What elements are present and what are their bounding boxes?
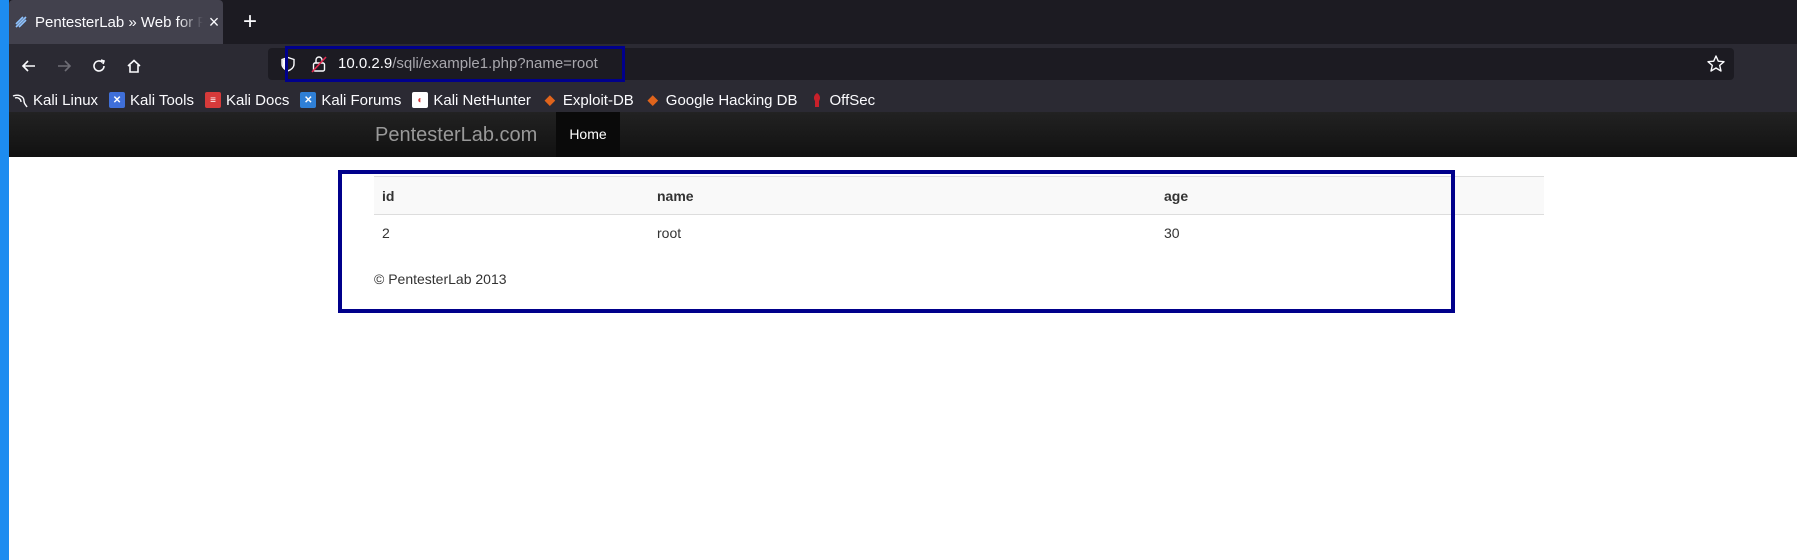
kali-dragon-icon (12, 92, 28, 108)
content-annotation-box (338, 170, 1455, 313)
browser-tab[interactable]: PentesterLab » Web for Pentester × (9, 0, 223, 44)
url-annotation-box (285, 46, 625, 82)
reload-icon (93, 59, 106, 72)
tab-title: PentesterLab » Web for Pentester (35, 13, 203, 31)
kali-nethunter-icon: ◐ (412, 92, 429, 108)
kali-docs-icon: ≡ (204, 92, 221, 108)
site-navbar: PentesterLab.com Home (9, 112, 1797, 157)
back-button[interactable] (14, 51, 44, 81)
bookmark-kali-tools[interactable]: ✕ Kali Tools (109, 92, 194, 109)
bookmark-kali-linux[interactable]: Kali Linux (12, 92, 98, 109)
bookmark-star-icon[interactable] (1706, 54, 1726, 74)
reload-button[interactable] (84, 51, 114, 81)
bookmark-google-hacking-db[interactable]: ◆ Google Hacking DB (645, 92, 798, 109)
site-brand[interactable]: PentesterLab.com (375, 124, 537, 147)
offsec-icon (809, 92, 825, 108)
home-button[interactable] (119, 51, 149, 81)
nav-home-link[interactable]: Home (556, 112, 620, 157)
ghdb-icon: ◆ (647, 92, 658, 107)
exploit-db-icon: ◆ (544, 92, 555, 107)
navigation-toolbar: 10.0.2.9/sqli/example1.php?name=root (9, 44, 1797, 88)
bookmark-kali-forums[interactable]: ✕ Kali Forums (300, 92, 401, 109)
new-tab-button[interactable]: + (235, 7, 265, 37)
forward-button[interactable] (49, 51, 79, 81)
forward-arrow-icon (58, 60, 72, 72)
bookmark-kali-docs[interactable]: ≡ Kali Docs (204, 92, 289, 109)
close-tab-icon[interactable]: × (205, 12, 223, 33)
back-arrow-icon (21, 60, 35, 72)
bookmark-exploit-db[interactable]: ◆ Exploit-DB (542, 92, 634, 109)
tab-strip: PentesterLab » Web for Pentester × + (9, 0, 1797, 44)
desktop-accent-strip (0, 0, 9, 560)
bookmark-offsec[interactable]: OffSec (809, 92, 875, 109)
kali-tools-icon: ✕ (109, 92, 126, 108)
pentesterlab-favicon-icon (13, 14, 29, 30)
kali-forums-icon: ✕ (300, 92, 317, 108)
bookmark-kali-nethunter[interactable]: ◐ Kali NetHunter (412, 92, 531, 109)
bookmarks-toolbar: Kali Linux ✕ Kali Tools ≡ Kali Docs ✕ Ka… (9, 88, 1797, 112)
home-icon (127, 59, 141, 73)
